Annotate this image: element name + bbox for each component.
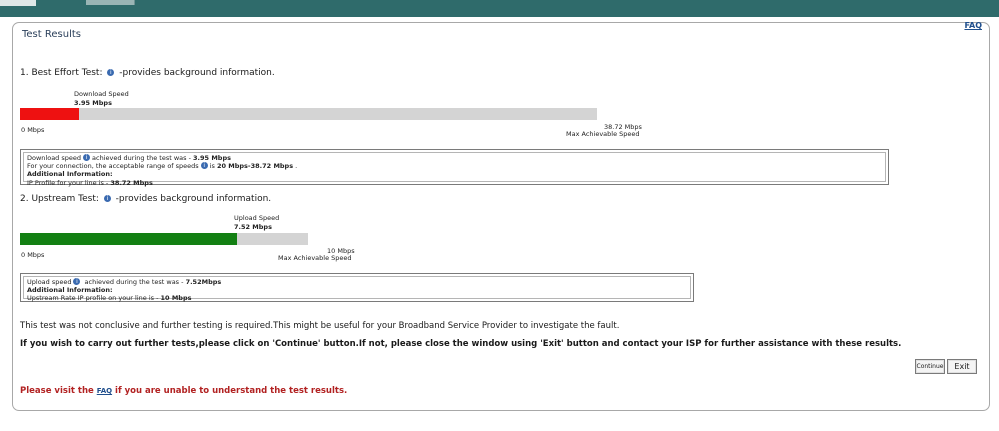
info-icon[interactable]: i: [73, 278, 81, 285]
top-tab-2[interactable]: [86, 0, 135, 5]
download-speed-caption: Download Speed: [74, 90, 129, 98]
upstream-heading-prefix: 2. Upstream Test:: [20, 194, 99, 204]
upload-speed-value: 7.52 Mbps: [234, 223, 272, 231]
upstream-heading-suffix: -provides background information.: [115, 194, 272, 204]
faq-visit-message: Please visit the FAQ if you are unable t…: [20, 386, 347, 396]
visit-suffix: if you are unable to understand the test…: [112, 386, 348, 396]
download-speed-bar: [20, 108, 597, 120]
download-result-line2-prefix: For your connection, the acceptable rang…: [27, 162, 199, 171]
best-effort-heading-suffix: -provides background information.: [119, 68, 275, 78]
download-max-caption: Max Achievable Speed: [566, 130, 640, 138]
continue-button[interactable]: Continue: [915, 359, 945, 374]
faq-link-top[interactable]: FAQ: [964, 21, 982, 30]
upload-result-additional-info: Additional Information:: [27, 286, 113, 295]
upstream-heading: 2. Upstream Test: i -provides background…: [20, 194, 271, 204]
exit-button[interactable]: Exit: [947, 359, 977, 374]
best-effort-heading: 1. Best Effort Test: i -provides backgro…: [20, 68, 275, 78]
download-result-additional-info: Additional Information:: [27, 170, 113, 179]
download-result-line1-value: 3.95 Mbps: [193, 154, 231, 162]
download-min-label: 0 Mbps: [21, 126, 45, 134]
download-speed-value: 3.95 Mbps: [74, 99, 112, 107]
info-icon[interactable]: i: [107, 69, 115, 76]
page-title: Test Results: [22, 29, 81, 40]
faq-link[interactable]: FAQ: [97, 387, 112, 395]
info-icon[interactable]: i: [103, 195, 111, 202]
upload-max-caption: Max Achievable Speed: [278, 254, 352, 262]
results-panel: [12, 22, 990, 411]
instructions-message: If you wish to carry out further tests,p…: [20, 339, 902, 349]
info-icon[interactable]: i: [200, 162, 208, 170]
visit-prefix: Please visit the: [20, 386, 97, 396]
download-result-line4-prefix: IP Profile for your line is -: [27, 178, 111, 187]
download-result-line4-value: 38.72 Mbps: [110, 178, 153, 187]
download-result-line2-value: 20 Mbps-38.72 Mbps: [216, 162, 294, 171]
upload-result-line1-mid: achieved during the test was -: [82, 278, 186, 286]
best-effort-heading-prefix: 1. Best Effort Test:: [20, 68, 103, 78]
download-result-line1-prefix: Download speed: [27, 154, 82, 162]
top-bar: [0, 0, 999, 17]
top-tab-1[interactable]: [0, 0, 36, 6]
upload-result-line3-value: 10 Mbps: [160, 294, 192, 303]
inconclusive-message: This test was not conclusive and further…: [20, 321, 620, 331]
upload-speed-bar-fill: [20, 233, 237, 245]
upload-speed-caption: Upload Speed: [234, 214, 280, 222]
upload-result-line3-prefix: Upstream Rate IP profile on your line is…: [27, 294, 161, 303]
download-result-line1-mid: achieved during the test was -: [92, 154, 194, 162]
download-speed-bar-fill: [20, 108, 79, 120]
download-result-line2-suffix: .: [293, 162, 298, 171]
upload-speed-bar: [20, 233, 308, 245]
info-icon[interactable]: i: [83, 154, 91, 161]
download-result-box: Download speed i achieved during the test …: [20, 149, 889, 187]
upload-min-label: 0 Mbps: [21, 251, 45, 259]
upload-result-box: Upload speed i achieved during the test w…: [20, 273, 694, 302]
upload-result-line1-value: 7.52Mbps: [185, 278, 222, 286]
download-result-line2-mid: is: [209, 162, 217, 171]
upload-result-line1-prefix: Upload speed: [27, 278, 72, 286]
